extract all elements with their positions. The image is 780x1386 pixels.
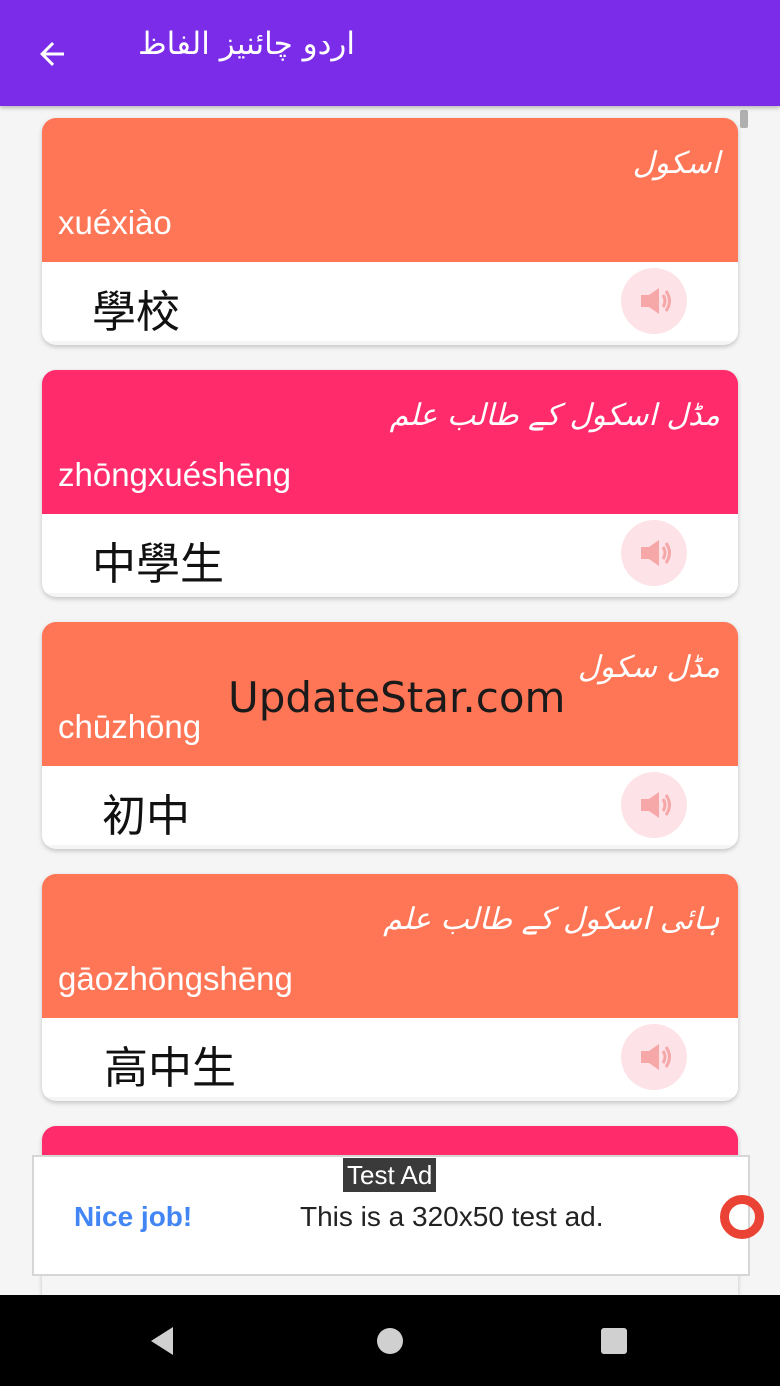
page-title: اردو چائنیز الفاظ xyxy=(138,26,355,62)
nav-recents-button[interactable] xyxy=(590,1317,638,1365)
play-sound-button[interactable] xyxy=(621,520,687,586)
speaker-icon xyxy=(641,1044,671,1070)
urdu-word: مڈل اسکول کے طالب علم xyxy=(389,398,720,433)
circle-home-icon xyxy=(377,1328,403,1354)
chinese-word: 學校 xyxy=(92,287,180,338)
urdu-word: ہائی اسکول کے طالب علم xyxy=(383,902,720,937)
ad-body: This is a 320x50 test ad. xyxy=(300,1201,604,1232)
play-sound-button[interactable] xyxy=(621,268,687,334)
card-body: 高中生 xyxy=(42,1018,738,1097)
nav-home-button[interactable] xyxy=(366,1317,414,1365)
play-sound-button[interactable] xyxy=(621,772,687,838)
pinyin-word: zhōngxuéshēng xyxy=(58,456,292,493)
urdu-word: اسکول xyxy=(632,146,720,181)
word-card[interactable]: ہائی اسکول کے طالب علم gāozhōngshēng 高中生 xyxy=(42,874,738,1101)
chinese-word: 初中 xyxy=(102,791,190,842)
triangle-back-icon xyxy=(151,1327,173,1355)
urdu-word: مڈل سکول xyxy=(577,650,720,685)
pinyin-word: gāozhōngshēng xyxy=(58,960,293,997)
card-header: اسکول xuéxiào xyxy=(42,118,738,262)
chinese-word: 高中生 xyxy=(104,1043,236,1094)
ad-tag: Test Ad xyxy=(342,1157,438,1193)
square-recents-icon xyxy=(601,1328,627,1354)
card-body: 學校 xyxy=(42,262,738,341)
ad-banner[interactable]: Test Ad Nice job! This is a 320x50 test … xyxy=(32,1155,764,1276)
card-header: مڈل اسکول کے طالب علم zhōngxuéshēng xyxy=(42,370,738,514)
app-bar: اردو چائنیز الفاظ xyxy=(0,0,780,106)
word-card[interactable]: مڈل سکول chūzhōng 初中 xyxy=(42,622,738,849)
arrow-left-icon xyxy=(40,42,64,66)
pinyin-word: chūzhōng xyxy=(58,708,202,745)
back-button[interactable] xyxy=(26,28,78,80)
nav-back-button[interactable] xyxy=(138,1317,186,1365)
ad-logo-icon xyxy=(720,1195,764,1239)
play-sound-button[interactable] xyxy=(621,1024,687,1090)
card-header: ہائی اسکول کے طالب علم gāozhōngshēng xyxy=(42,874,738,1018)
card-body: 中學生 xyxy=(42,514,738,593)
speaker-icon xyxy=(641,792,671,818)
speaker-icon xyxy=(641,540,671,566)
speaker-icon xyxy=(641,288,671,314)
scrollbar[interactable] xyxy=(740,110,748,128)
word-card[interactable]: مڈل اسکول کے طالب علم zhōngxuéshēng 中學生 xyxy=(42,370,738,597)
watermark: UpdateStar.com xyxy=(228,673,566,722)
word-card[interactable]: اسکول xuéxiào 學校 xyxy=(42,118,738,345)
chinese-word: 中學生 xyxy=(92,539,224,590)
system-nav-bar xyxy=(0,1295,780,1386)
pinyin-word: xuéxiào xyxy=(58,204,172,241)
card-body: 初中 xyxy=(42,766,738,845)
ad-headline: Nice job! xyxy=(74,1201,193,1232)
